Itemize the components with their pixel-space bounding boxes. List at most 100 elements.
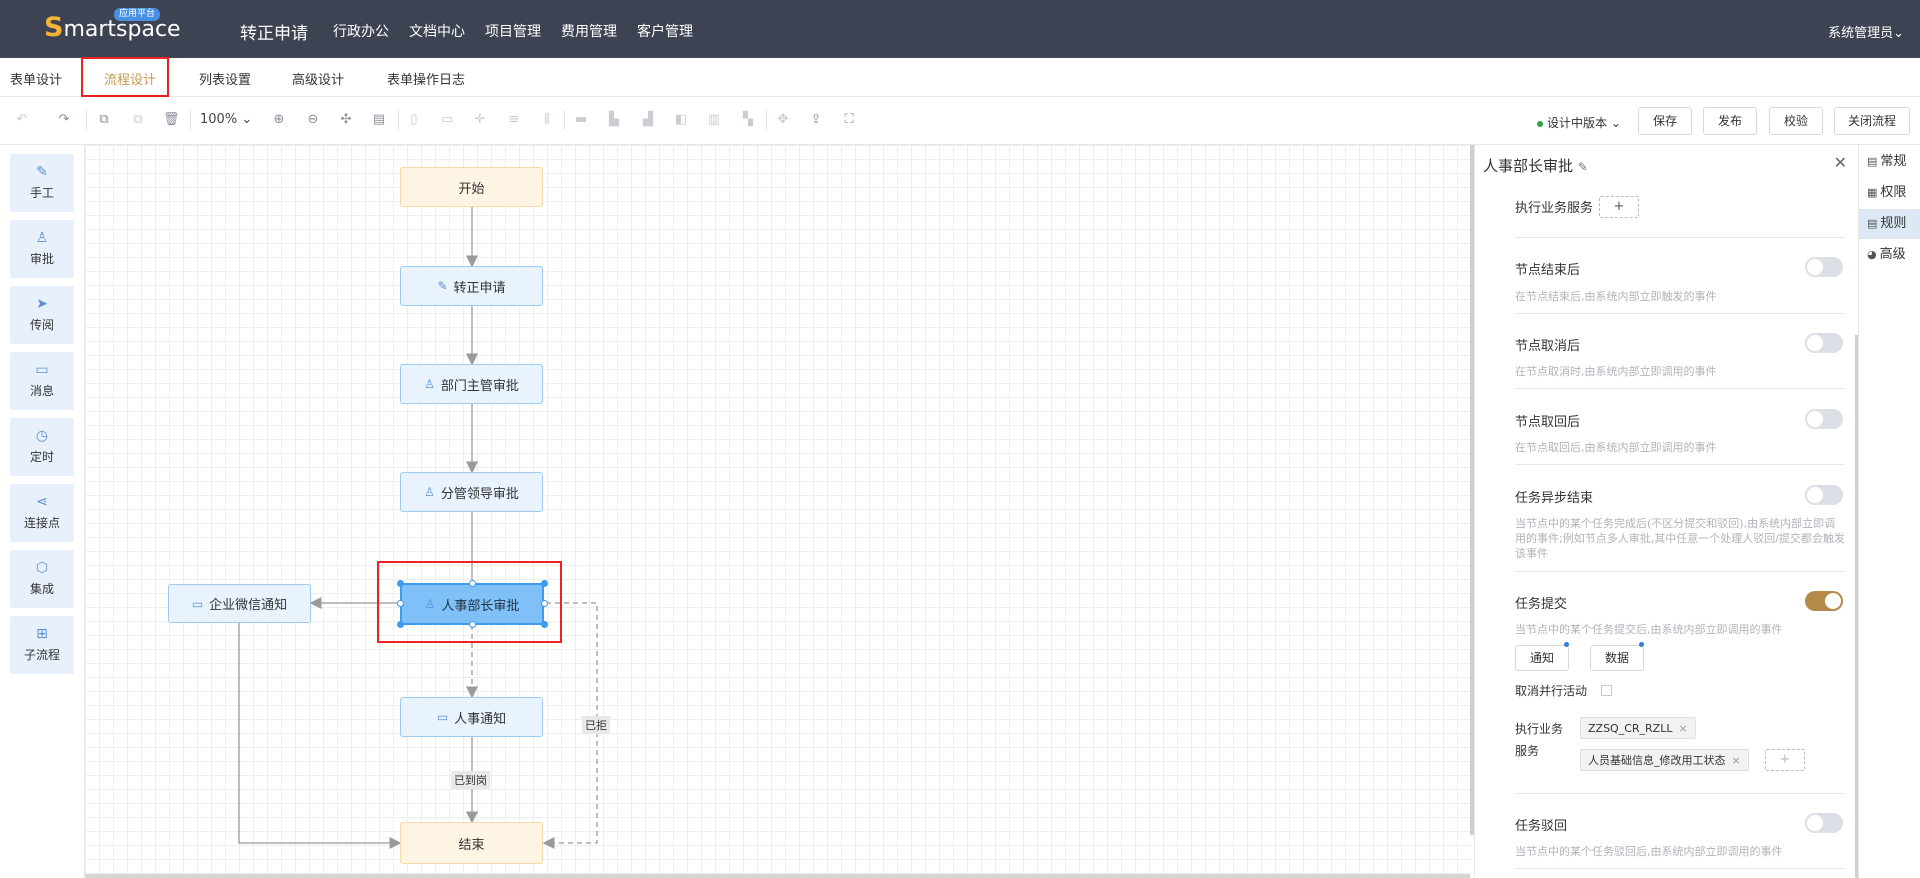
edge-label-arrived[interactable]: 已到岗	[451, 771, 490, 789]
palette-item-circulate[interactable]: ➤ 传阅	[10, 286, 74, 344]
flow-node-start[interactable]: 开始	[400, 167, 543, 207]
message-icon: ▭	[436, 710, 449, 724]
logo-badge: 应用平台	[114, 8, 161, 21]
align-base-icon[interactable]: ▙	[606, 112, 622, 128]
add-service-button[interactable]: +	[1765, 749, 1805, 771]
align-bottom-icon[interactable]: ▬	[573, 112, 589, 128]
align-center-icon[interactable]: ✛	[472, 112, 488, 128]
node-end-desc: 在节点结束后,由系统内部立即触发的事件	[1515, 290, 1717, 303]
edit-icon[interactable]: ✎	[1578, 160, 1588, 174]
delete-icon[interactable]: 🗑	[163, 112, 180, 128]
tab-form-design[interactable]: 表单设计	[10, 69, 62, 88]
divider	[1515, 464, 1845, 465]
version-status-dot	[1537, 120, 1543, 127]
rules-icon: ▤	[1867, 217, 1878, 230]
clock-icon: ◷	[35, 428, 49, 444]
task-async-end-toggle[interactable]	[1805, 485, 1843, 505]
nav-item-projects[interactable]: 项目管理	[485, 21, 541, 41]
top-nav: 行政办公 文档中心 项目管理 费用管理 客户管理	[333, 21, 713, 41]
palette-item-subprocess[interactable]: ⊞ 子流程	[10, 616, 74, 674]
divider	[1515, 793, 1845, 794]
undo-icon[interactable]: ↶	[14, 112, 30, 128]
side-tab-advanced[interactable]: ◕ 高级	[1859, 240, 1920, 270]
nav-item-docs[interactable]: 文档中心	[409, 21, 465, 41]
copy-icon[interactable]: ⧉	[96, 112, 112, 128]
publish-button[interactable]: 发布	[1703, 107, 1757, 135]
service-tag[interactable]: 人员基础信息_修改用工状态 ×	[1580, 749, 1749, 771]
flow-node-leader-approval[interactable]: ♙ 分管领导审批	[400, 472, 543, 512]
close-icon[interactable]: ×	[1678, 722, 1687, 735]
close-flow-button[interactable]: 关闭流程	[1834, 107, 1910, 135]
designer-tabs: 表单设计 流程设计 列表设置 高级设计 表单操作日志	[0, 58, 1920, 97]
align-middle-icon[interactable]: ≡	[506, 112, 522, 128]
palette-item-approval[interactable]: ♙ 审批	[10, 220, 74, 278]
side-tab-permission[interactable]: ▦ 权限	[1859, 178, 1920, 208]
exec-service-top-label: 执行业务服务	[1515, 201, 1594, 216]
side-tabs: ▤ 常规 ▦ 权限 ▤ 规则 ◕ 高级	[1858, 145, 1920, 878]
node-retrieve-desc: 在节点取回后,由系统内部立即调用的事件	[1515, 441, 1717, 454]
same-size-icon[interactable]: ▚	[740, 112, 756, 128]
paste-icon[interactable]: ⧉	[130, 112, 146, 128]
version-select[interactable]: 设计中版本 ⌄	[1537, 114, 1621, 131]
task-reject-desc: 当节点中的某个任务驳回后,由系统内部立即调用的事件	[1515, 845, 1783, 858]
user-menu[interactable]: 系统管理员⌄	[1828, 22, 1904, 41]
side-tab-general[interactable]: ▤ 常规	[1859, 147, 1920, 177]
zoom-out-icon[interactable]: ⊖	[305, 112, 321, 128]
fit-view-icon[interactable]: ✣	[338, 112, 354, 128]
flow-node-wechat-notify[interactable]: ▭ 企业微信通知	[168, 584, 311, 623]
node-cancel-toggle[interactable]	[1805, 333, 1843, 353]
tab-form-log[interactable]: 表单操作日志	[387, 69, 465, 88]
smartspace-logo[interactable]: Smartspace 应用平台	[44, 8, 181, 48]
palette-item-timer[interactable]: ◷ 定时	[10, 418, 74, 476]
close-icon[interactable]: ✕	[1834, 153, 1847, 172]
flow-canvas[interactable]	[85, 145, 1471, 878]
redo-icon[interactable]: ↷	[56, 112, 72, 128]
same-height-icon[interactable]: ▥	[706, 112, 722, 128]
add-service-button[interactable]: +	[1599, 196, 1639, 218]
close-icon[interactable]: ×	[1732, 754, 1741, 767]
tab-advanced-design[interactable]: 高级设计	[292, 69, 344, 88]
flow-node-dept-approval[interactable]: ♙ 部门主管审批	[400, 364, 543, 404]
chevron-down-icon: ⌄	[1610, 116, 1621, 130]
export-icon[interactable]: ⇪	[808, 112, 824, 128]
task-reject-toggle[interactable]	[1805, 813, 1843, 833]
data-button[interactable]: 数据	[1590, 645, 1644, 671]
edge-label-rejected[interactable]: 已拒	[582, 716, 610, 734]
user-icon: ♙	[35, 230, 49, 246]
zoom-in-icon[interactable]: ⊕	[271, 112, 287, 128]
validate-button[interactable]: 校验	[1769, 107, 1823, 135]
user-icon: ♙	[424, 485, 435, 499]
node-retrieve-toggle[interactable]	[1805, 409, 1843, 429]
nav-item-expenses[interactable]: 费用管理	[561, 21, 617, 41]
flow-node-apply[interactable]: ✎ 转正申请	[400, 266, 543, 306]
task-submit-toggle[interactable]	[1805, 591, 1843, 611]
fullscreen-icon[interactable]: ⛶	[841, 112, 857, 128]
align-right-icon[interactable]: ▟	[640, 112, 656, 128]
actual-size-icon[interactable]: ▤	[371, 112, 387, 128]
same-width-icon[interactable]: ◧	[673, 112, 689, 128]
align-top-icon[interactable]: ▭	[439, 112, 455, 128]
palette-item-manual[interactable]: ✎ 手工	[10, 154, 74, 212]
palette-icon: ◕	[1867, 248, 1877, 261]
tab-list-settings[interactable]: 列表设置	[199, 69, 251, 88]
node-end-toggle[interactable]	[1805, 257, 1843, 277]
save-button[interactable]: 保存	[1638, 107, 1692, 135]
palette-item-connector[interactable]: ⋖ 连接点	[10, 484, 74, 542]
nav-item-admin[interactable]: 行政办公	[333, 21, 389, 41]
flow-node-hr-notify[interactable]: ▭ 人事通知	[400, 697, 543, 737]
side-tab-rules[interactable]: ▤ 规则	[1859, 209, 1920, 239]
nav-item-customers[interactable]: 客户管理	[637, 21, 693, 41]
zoom-select[interactable]: 100% ⌄	[200, 112, 252, 127]
palette-item-integration[interactable]: ⬡ 集成	[10, 550, 74, 608]
move-icon[interactable]: ✥	[775, 112, 791, 128]
message-icon: ▭	[191, 596, 204, 611]
document-icon: ▤	[1867, 155, 1878, 168]
cancel-parallel-checkbox[interactable]	[1601, 685, 1612, 696]
canvas-horizontal-scrollbar[interactable]	[85, 874, 1470, 878]
service-tag[interactable]: ZZSQ_CR_RZLL ×	[1580, 717, 1696, 739]
flow-node-end[interactable]: 结束	[400, 822, 543, 864]
align-left-icon[interactable]: ▯	[406, 112, 422, 128]
palette-item-message[interactable]: ▭ 消息	[10, 352, 74, 410]
notify-button[interactable]: 通知	[1515, 645, 1569, 671]
distribute-icon[interactable]: ⫼	[539, 112, 555, 128]
